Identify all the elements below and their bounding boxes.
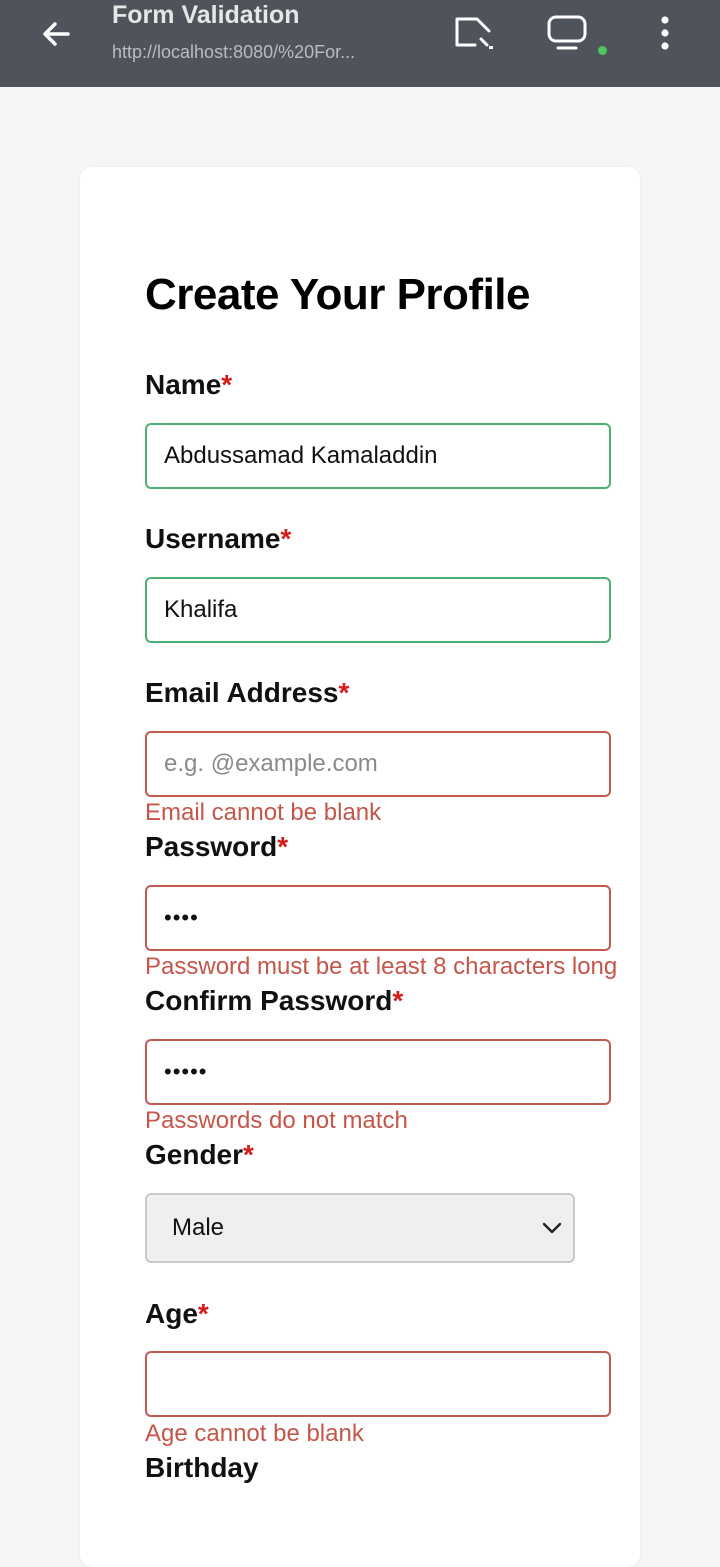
more-vertical-icon[interactable] (640, 10, 690, 56)
required-asterisk: * (280, 523, 292, 554)
confirm-password-input[interactable] (145, 1039, 611, 1105)
username-label-text: Username (145, 523, 281, 554)
age-label: Age* (145, 1298, 209, 1330)
age-label-text: Age (145, 1298, 198, 1329)
email-input[interactable] (145, 731, 611, 797)
name-label-text: Name (145, 369, 222, 400)
password-input[interactable] (145, 885, 611, 951)
back-arrow-icon[interactable] (34, 12, 78, 56)
form-heading: Create Your Profile (145, 270, 531, 319)
username-input[interactable] (145, 577, 611, 643)
required-asterisk: * (338, 677, 350, 708)
page-title: Form Validation (112, 1, 300, 29)
required-asterisk: * (277, 831, 289, 862)
required-asterisk: * (392, 985, 404, 1016)
status-dot (598, 46, 607, 55)
email-label-text: Email Address (145, 677, 339, 708)
name-input[interactable] (145, 423, 611, 489)
name-label: Name* (145, 369, 232, 401)
email-error: Email cannot be blank (145, 799, 382, 826)
confirm-password-label-text: Confirm Password (145, 985, 393, 1016)
age-input[interactable] (145, 1351, 611, 1417)
confirm-password-label: Confirm Password* (145, 985, 403, 1017)
required-asterisk: * (243, 1139, 254, 1170)
gender-selected-value: Male (172, 1214, 225, 1241)
tab-switcher-icon[interactable] (542, 10, 592, 56)
password-label: Password* (145, 831, 288, 863)
password-label-text: Password (145, 831, 278, 862)
gender-label-text: Gender (145, 1139, 244, 1170)
birthday-label: Birthday (145, 1452, 259, 1483)
email-label: Email Address* (145, 677, 349, 709)
required-asterisk: * (197, 1298, 209, 1329)
gender-label: Gender* (145, 1139, 254, 1171)
gender-select[interactable]: Male (145, 1193, 575, 1263)
password-error: Password must be at least 8 characters l… (145, 953, 618, 980)
page-url[interactable]: http://localhost:8080/%20For... (112, 42, 355, 63)
required-asterisk: * (221, 369, 233, 400)
confirm-password-error: Passwords do not match (145, 1107, 408, 1134)
cast-icon[interactable] (448, 10, 498, 56)
browser-toolbar: Form Validation http://localhost:8080/%2… (0, 0, 720, 87)
age-error: Age cannot be blank (145, 1420, 364, 1447)
username-label: Username* (145, 523, 291, 555)
chevron-down-icon (537, 1213, 567, 1243)
